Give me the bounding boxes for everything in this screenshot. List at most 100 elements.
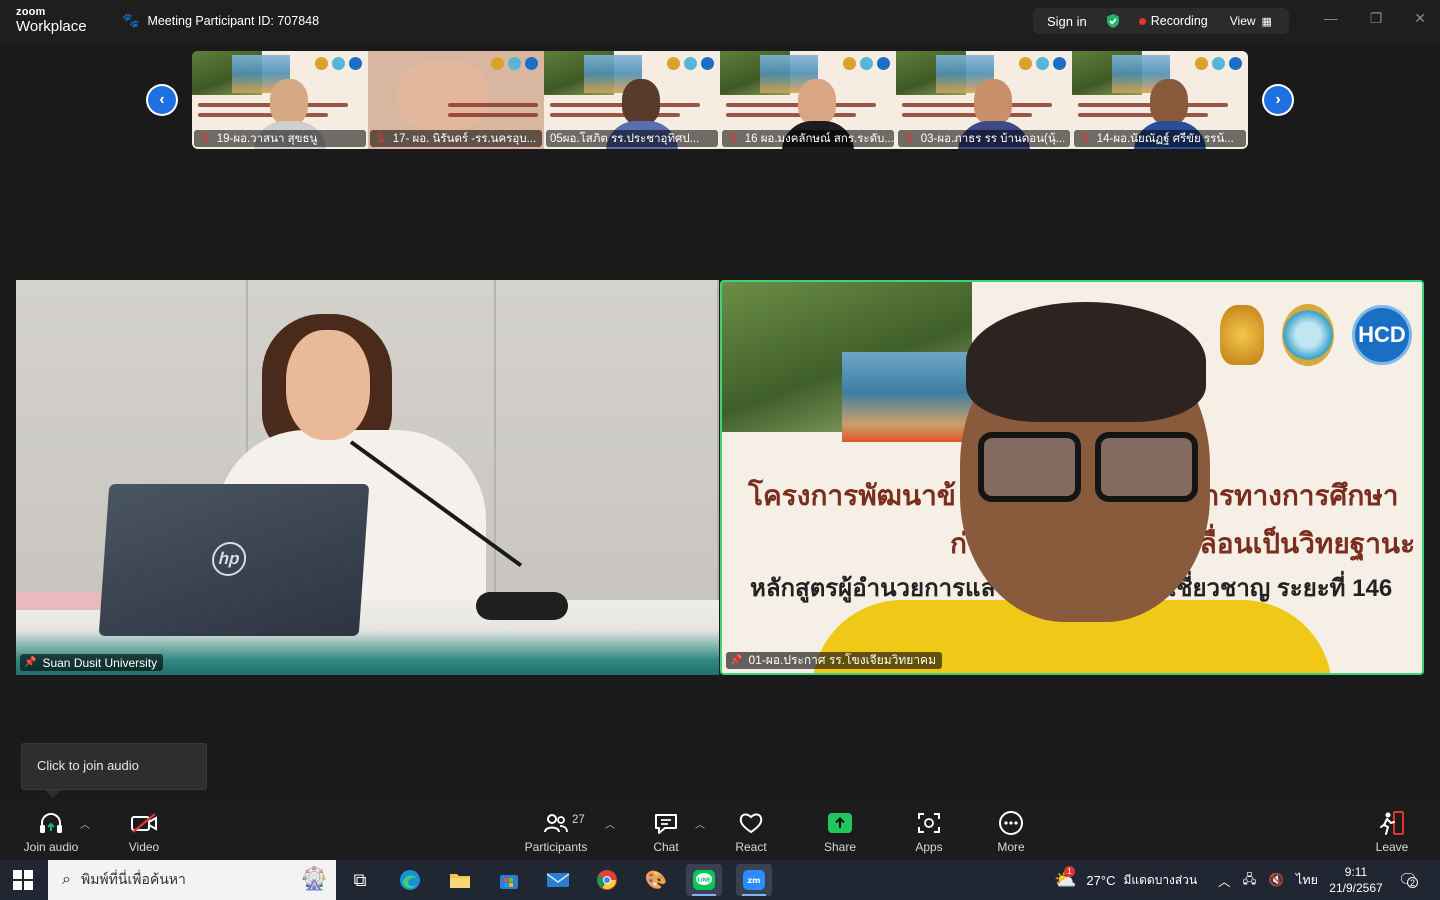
participant-name-bar: 05ผอ.โสภิต รร.ประชาอุทิศป... — [546, 130, 718, 147]
share-label: Share — [823, 840, 857, 854]
mail-icon[interactable] — [540, 864, 576, 896]
brand-bottom: Workplace — [16, 18, 87, 35]
meeting-id-label: Meeting Participant ID: 707848 — [147, 13, 320, 28]
grid-view-icon[interactable]: ▦ — [1262, 15, 1272, 28]
weather-desc: มีแดดบางส่วน — [1123, 872, 1198, 887]
tooltip-text: Click to join audio — [37, 758, 139, 773]
more-button[interactable]: More — [971, 810, 1051, 854]
filmstrip-next-button[interactable]: › — [1262, 84, 1294, 116]
weather-widget[interactable]: ⛅ 1 27°C มีแดดบางส่วน — [1054, 860, 1197, 900]
zoom-app-icon[interactable]: zm — [736, 864, 772, 896]
video-tile-active-speaker[interactable]: HCD โครงการพัฒนาข้ กรทางการศึกษา ก่ เลื่… — [720, 280, 1424, 675]
filmstrip-prev-button[interactable]: ‹ — [146, 84, 178, 116]
participant-tile[interactable]: 🎙 19-ผอ.วาสนา สุขธนู — [192, 51, 368, 149]
hp-logo: hp — [210, 542, 248, 576]
security-shield-icon[interactable] — [1105, 13, 1121, 29]
more-dots-icon — [998, 810, 1024, 836]
glasses — [978, 432, 1198, 502]
chat-button[interactable]: Chat — [626, 810, 706, 854]
svg-text:zm: zm — [748, 876, 761, 885]
weather-badge: 1 — [1064, 865, 1075, 877]
participant-tile[interactable]: 🎙 16 ผอ.มงคลักษณ์ สกร.ระดับ... — [720, 51, 896, 149]
participant-name: 17- ผอ. นิรันดร์ -รร.นครอุบ... — [392, 132, 537, 145]
windows-taskbar: ⌕ พิมพ์ที่นี่เพื่อค้นหา 🎡 ⧉ 🎨 LINE zm ⛅ 1… — [0, 860, 1440, 900]
chevron-up-icon[interactable]: ︿ — [1218, 871, 1231, 890]
join-audio-button[interactable]: Join audio — [11, 810, 91, 854]
minimize-icon[interactable]: — — [1324, 10, 1338, 27]
zoom-workplace-logo: zoom Workplace — [16, 7, 87, 35]
participants-count-badge: 27 — [572, 814, 585, 826]
laptop: hp — [98, 484, 370, 636]
participant-name: 19-ผอ.วาสนา สุขธนู — [216, 132, 318, 145]
muted-mic-icon: 🎙 — [1078, 133, 1091, 144]
svg-text:LINE: LINE — [698, 878, 711, 884]
notification-count: 2 — [1407, 877, 1418, 888]
pin-icon: 📌 — [24, 657, 37, 668]
speaker-muted-icon[interactable]: 🔇 — [1268, 873, 1284, 888]
window-controls: — ❐ ✕ — [1324, 10, 1426, 27]
participants-options-caret[interactable]: ︿ — [605, 816, 615, 831]
chat-icon — [653, 810, 679, 836]
participant-name-bar: 🎙 19-ผอ.วาสนา สุขธนู — [194, 130, 366, 147]
participant-tile[interactable]: 🎙 14-ผอ.นัยณัฏฐ์ ศรีขัย รรน้... — [1072, 51, 1248, 149]
participant-name-bar: 🎙 14-ผอ.นัยณัฏฐ์ ศรีขัย รรน้... — [1074, 130, 1246, 147]
chrome-browser-icon[interactable] — [589, 864, 625, 896]
chat-options-caret[interactable]: ︿ — [695, 816, 705, 831]
sign-in-button[interactable]: Sign in — [1047, 14, 1087, 29]
university-seal-logo — [1282, 304, 1334, 366]
participant-tile[interactable]: 05ผอ.โสภิต รร.ประชาอุทิศป... — [544, 51, 720, 149]
view-button[interactable]: View — [1230, 14, 1256, 28]
speaker-name: 01-ผอ.ประกาศ รร.โขงเจียมวิทยาคม — [748, 653, 936, 667]
recording-dot-icon — [1138, 17, 1146, 25]
emblem-logo — [1220, 305, 1264, 365]
file-explorer-icon[interactable] — [442, 864, 478, 896]
microsoft-store-icon[interactable] — [491, 864, 527, 896]
leave-button[interactable]: Leave — [1352, 810, 1432, 854]
participant-name-bar: 🎙 16 ผอ.มงคลักษณ์ สกร.ระดับ... — [722, 130, 894, 147]
participant-tile[interactable]: 🎙 03-ผอ.ภาธร รร บ้านดอน(นุ้... — [896, 51, 1072, 149]
chat-label: Chat — [653, 840, 679, 854]
paint-app-icon[interactable]: 🎨 — [638, 864, 674, 896]
audio-options-caret[interactable]: ︿ — [80, 816, 90, 831]
join-audio-tooltip: Click to join audio — [21, 743, 207, 790]
meeting-toolbar: Join audio ︿ Video Participants ︿ Chat ︿… — [0, 800, 1440, 860]
participant-tile[interactable]: 🎙 17- ผอ. นิรันดร์ -รร.นครอุบ... — [368, 51, 544, 149]
apps-button[interactable]: Apps — [889, 810, 969, 854]
network-icon[interactable]: 🖧 — [1243, 870, 1257, 891]
video-name-label: 📌 Suan Dusit University — [20, 654, 164, 671]
participant-filmstrip: 🎙 19-ผอ.วาสนา สุขธนู 🎙 17- ผอ. นิรันดร์ -ร… — [192, 51, 1248, 149]
task-view-icon[interactable]: ⧉ — [342, 864, 378, 896]
taskbar-search-box[interactable]: ⌕ พิมพ์ที่นี่เพื่อค้นหา 🎡 — [48, 860, 336, 900]
headphones-icon — [38, 810, 64, 836]
participant-name-bar: 🎙 03-ผอ.ภาธร รร บ้านดอน(นุ้... — [898, 130, 1070, 147]
taskbar-search-placeholder: พิมพ์ที่นี่เพื่อค้นหา — [80, 871, 186, 887]
clock-time: 9:11 — [1344, 865, 1368, 879]
video-button[interactable]: Video — [104, 810, 184, 854]
apps-label: Apps — [915, 840, 943, 854]
title-bar: zoom Workplace 🐾 Meeting Participant ID:… — [0, 0, 1440, 44]
participants-icon — [543, 810, 569, 836]
participant-name-bar: 🎙 17- ผอ. นิรันดร์ -รร.นครอุบ... — [370, 130, 542, 147]
video-label: Video — [128, 840, 160, 854]
video-name-label: 📌 01-ผอ.ประกาศ รร.โขงเจียมวิทยาคม — [726, 652, 942, 669]
notification-center-icon[interactable]: 🗨2 — [1398, 860, 1418, 900]
close-icon[interactable]: ✕ — [1414, 10, 1426, 27]
recording-label[interactable]: Recording — [1151, 14, 1208, 28]
muted-mic-icon: 🎙 — [902, 133, 915, 144]
video-off-icon — [130, 810, 158, 836]
edge-browser-icon[interactable] — [392, 864, 428, 896]
line-app-icon[interactable]: LINE — [686, 864, 722, 896]
taskbar-clock[interactable]: 9:11 21/9/2567 — [1326, 864, 1386, 896]
language-indicator[interactable]: ไทย — [1296, 870, 1318, 890]
video-tile-host[interactable]: hp 📌 Suan Dusit University — [16, 280, 719, 675]
chevron-left-icon: ‹ — [148, 86, 176, 114]
join-audio-label: Join audio — [23, 840, 79, 854]
maximize-icon[interactable]: ❐ — [1370, 10, 1383, 27]
windows-start-icon[interactable] — [13, 870, 33, 890]
react-label: React — [735, 840, 767, 854]
participant-name: 05ผอ.โสภิต รร.ประชาอุทิศป... — [550, 132, 700, 145]
share-button[interactable]: Share — [800, 810, 880, 854]
weather-partly-sunny-icon: ⛅ 1 — [1054, 865, 1077, 890]
meeting-info[interactable]: 🐾 Meeting Participant ID: 707848 — [122, 12, 319, 29]
react-button[interactable]: React — [711, 810, 791, 854]
